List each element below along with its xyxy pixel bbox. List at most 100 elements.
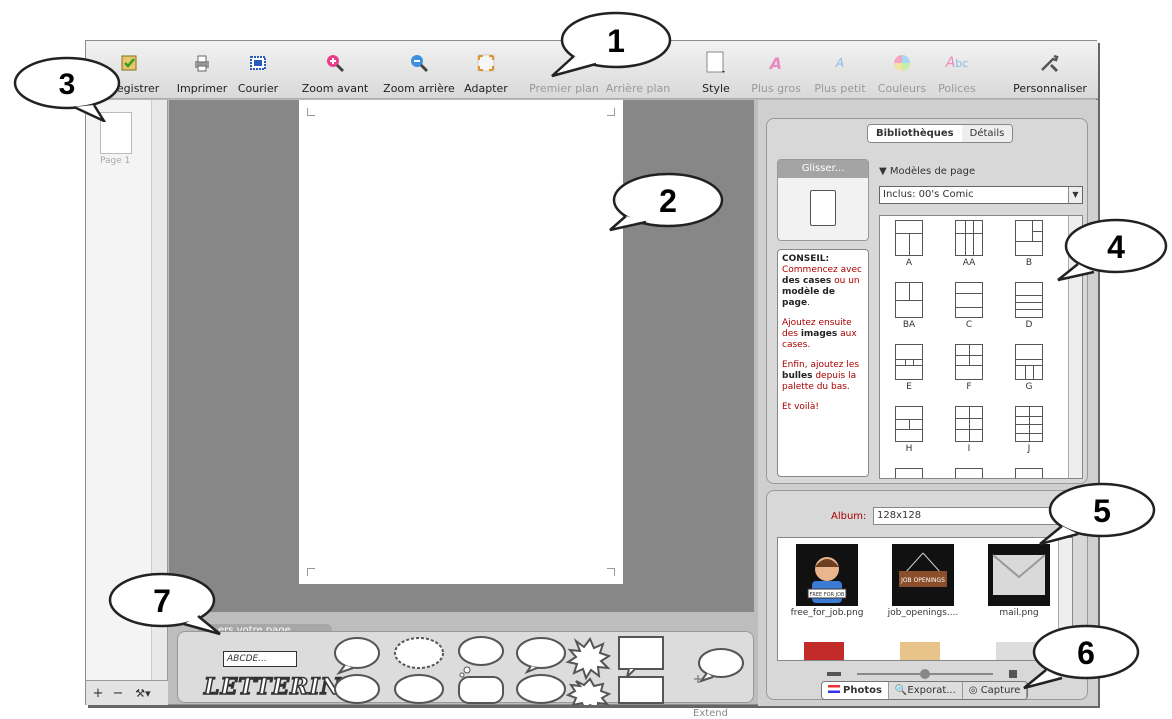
caption-box-2[interactable] xyxy=(618,676,664,704)
fonts-icon: Abc xyxy=(945,55,969,71)
page-template-b[interactable]: B xyxy=(1010,220,1048,270)
page-template-partial[interactable] xyxy=(890,468,928,478)
square-bubble[interactable] xyxy=(458,676,504,704)
page-template-i[interactable]: I xyxy=(950,406,988,456)
customize-icon xyxy=(1039,52,1061,74)
tab-capture[interactable]: ◎ Capture xyxy=(962,682,1028,699)
extend-bubble[interactable] xyxy=(694,648,744,683)
page-template-g[interactable]: G xyxy=(1010,344,1048,394)
font-smaller-icon: A xyxy=(835,56,845,70)
page-template-ba[interactable]: BA xyxy=(890,282,928,332)
callout-7: 7 xyxy=(108,572,221,636)
tip-box: CONSEIL: Commencez avec des cases ou un … xyxy=(777,249,869,477)
photo-thumbnail xyxy=(988,544,1050,606)
zoom-in-icon xyxy=(324,52,346,74)
photo-thumbnail: JOB OPENINGS xyxy=(892,544,954,606)
template-name: G xyxy=(1025,382,1033,392)
customize-button[interactable]: Personnaliser xyxy=(1008,41,1092,99)
template-name: F xyxy=(966,382,972,392)
svg-text:2: 2 xyxy=(659,183,677,219)
template-thumbnail xyxy=(1015,220,1043,256)
zoom-out-icon xyxy=(408,52,430,74)
page-template-f[interactable]: F xyxy=(950,344,988,394)
photo-thumbnail[interactable] xyxy=(900,642,940,660)
page-tools-button[interactable]: ⚒▾ xyxy=(129,684,157,702)
cloud-bubble[interactable] xyxy=(516,637,566,675)
album-label: Album: xyxy=(831,511,867,522)
font-bigger-button[interactable]: A Plus gros xyxy=(748,41,804,99)
page-template-j[interactable]: J xyxy=(1010,406,1048,456)
callout-3: 3 xyxy=(13,56,121,122)
page-template-aa[interactable]: AA xyxy=(950,220,988,270)
template-thumbnail xyxy=(895,282,923,318)
print-button[interactable]: Imprimer xyxy=(172,41,232,99)
callout-1: 1 xyxy=(551,11,672,78)
comic-page[interactable] xyxy=(299,100,623,584)
photo-thumbnail[interactable] xyxy=(804,642,844,660)
photo-item[interactable]: FREE FOR JOB free_for_job.png xyxy=(782,544,872,618)
burst-bubble[interactable] xyxy=(565,677,612,705)
page-template-partial[interactable] xyxy=(1010,468,1048,478)
page-templates-header[interactable]: ▼ Modèles de page xyxy=(879,166,975,177)
svg-text:5: 5 xyxy=(1093,493,1111,529)
template-grid: A AA B BA C D E F G H I J xyxy=(879,215,1083,479)
svg-text:1: 1 xyxy=(607,23,625,59)
crop-mark xyxy=(307,568,315,576)
page-strip-buttons: + − ⚒▾ xyxy=(86,680,168,705)
template-thumbnail xyxy=(895,468,923,478)
slider-handle[interactable] xyxy=(920,669,930,679)
speech-bubble-round[interactable] xyxy=(334,674,380,704)
app-window: Enregistrer Imprimer Courier Zoom avant … xyxy=(85,40,1098,719)
thought-bubble[interactable] xyxy=(458,636,504,678)
bubble-shapes xyxy=(334,636,744,705)
style-button[interactable]: Style xyxy=(694,41,738,99)
tab-libraries[interactable]: Bibliothèques xyxy=(868,125,962,142)
template-set-select[interactable]: Inclus: 00's Comic ▼ xyxy=(879,186,1083,204)
page-template-e[interactable]: E xyxy=(890,344,928,394)
remove-page-button[interactable]: − xyxy=(109,684,127,702)
template-name: BA xyxy=(902,320,916,330)
blank-page-icon[interactable] xyxy=(810,190,836,226)
photo-item[interactable]: mail.png xyxy=(974,544,1064,618)
fonts-button[interactable]: Abc Polices xyxy=(932,41,982,99)
svg-text:JOB OPENINGS: JOB OPENINGS xyxy=(900,577,945,584)
colors-button[interactable]: Couleurs xyxy=(874,41,930,99)
page-template-c[interactable]: C xyxy=(950,282,988,332)
template-thumbnail xyxy=(895,220,923,256)
mail-button[interactable]: Courier xyxy=(234,41,282,99)
template-thumbnail xyxy=(955,220,983,256)
cloud-bubble-2[interactable] xyxy=(516,674,566,704)
template-name: B xyxy=(1025,258,1033,268)
page-template-h[interactable]: H xyxy=(890,406,928,456)
fit-button[interactable]: Adapter xyxy=(462,41,510,99)
svg-text:7: 7 xyxy=(153,583,171,619)
crop-mark xyxy=(607,108,615,116)
thumbnail-size-slider[interactable] xyxy=(827,669,1027,679)
triangle-down-icon: ▼ xyxy=(879,166,890,177)
mail-icon xyxy=(247,52,269,74)
page-template-partial[interactable] xyxy=(950,468,988,478)
tab-photos[interactable]: Photos xyxy=(822,682,889,699)
drag-box[interactable]: Glisser... xyxy=(777,159,869,241)
shout-bubble[interactable] xyxy=(565,637,612,681)
page-template-d[interactable]: D xyxy=(1010,282,1048,332)
tab-export[interactable]: 🔍Exporat... xyxy=(888,682,963,699)
speech-bubble-oval[interactable] xyxy=(334,637,380,676)
right-panel: Bibliothèques Détails Glisser... CONSEIL… xyxy=(758,100,1098,706)
page-template-a[interactable]: A xyxy=(890,220,928,270)
add-page-button[interactable]: + xyxy=(89,684,107,702)
font-smaller-button[interactable]: A Plus petit xyxy=(812,41,868,99)
callout-6: 6 xyxy=(1023,624,1140,690)
template-name: A xyxy=(905,258,913,268)
photo-item[interactable]: JOB OPENINGS job_openings.... xyxy=(878,544,968,618)
text-box-sample[interactable]: ABCDE... xyxy=(223,651,297,667)
scalloped-bubble[interactable] xyxy=(394,674,444,704)
crop-mark xyxy=(607,568,615,576)
print-icon xyxy=(191,52,213,74)
svg-text:3: 3 xyxy=(59,68,76,101)
caption-box[interactable] xyxy=(618,636,664,681)
zoom-in-button[interactable]: Zoom avant xyxy=(296,41,374,99)
whisper-bubble[interactable] xyxy=(394,637,444,669)
zoom-out-button[interactable]: Zoom arrière xyxy=(376,41,462,99)
tab-details[interactable]: Détails xyxy=(961,125,1013,142)
